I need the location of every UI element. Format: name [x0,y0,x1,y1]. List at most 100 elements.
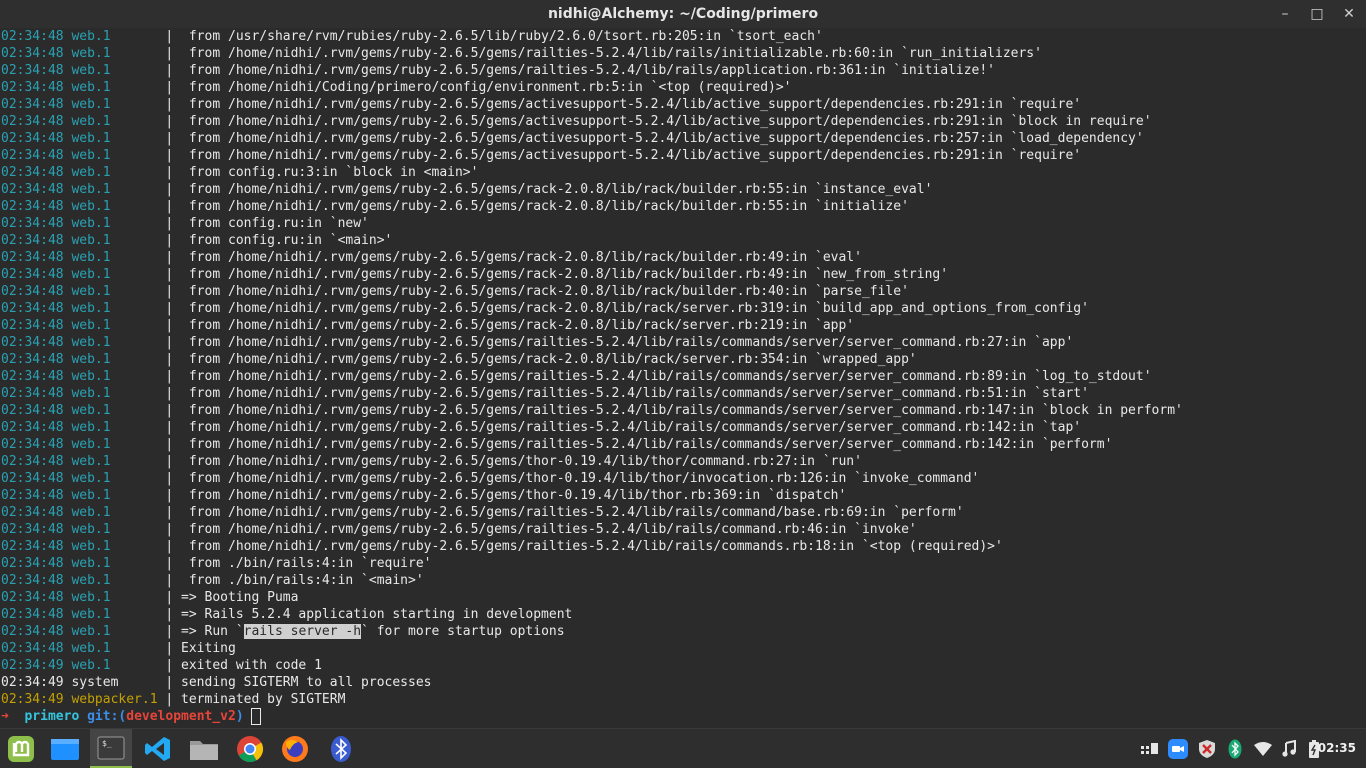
prompt-directory: primero [24,709,80,724]
log-message: from /usr/share/rvm/rubies/ruby-2.6.5/li… [188,29,823,44]
terminal-line: 02:34:48 web.1 | from /home/nidhi/.rvm/g… [0,368,1366,385]
terminal-line: 02:34:48 web.1 | from /home/nidhi/.rvm/g… [0,385,1366,402]
log-source: 02:34:49 web.1 [1,658,111,673]
log-source: 02:34:48 web.1 [1,488,111,503]
log-message: from /home/nidhi/.rvm/gems/ruby-2.6.5/ge… [188,488,847,503]
log-separator: | [110,267,189,282]
chrome-taskbar-button[interactable] [229,729,271,768]
log-message: from config.ru:3:in `block in <main>' [188,165,479,180]
network-tray[interactable] [1252,729,1274,768]
log-source: 02:34:48 web.1 [1,114,111,129]
log-separator: | [110,386,189,401]
log-separator: | [110,505,189,520]
terminal-output[interactable]: 02:34:48 web.1 | from /usr/share/rvm/rub… [0,28,1366,728]
clock[interactable]: 02:35 [1318,729,1356,768]
log-separator: | [110,318,189,333]
close-button[interactable]: ✕ [1342,6,1356,22]
log-message: from config.ru:in `<main>' [188,233,393,248]
terminal-line: 02:34:48 web.1 | from ./bin/rails:4:in `… [0,555,1366,572]
log-message: exited with code 1 [181,658,322,673]
terminal-line: 02:34:48 web.1 | from config.ru:in `<mai… [0,232,1366,249]
maximize-button[interactable]: □ [1310,6,1324,22]
log-source: 02:34:48 web.1 [1,471,111,486]
wifi-icon [1254,741,1272,756]
log-message: from /home/nidhi/.rvm/gems/ruby-2.6.5/ge… [188,97,1082,112]
shield-tray[interactable] [1196,729,1218,768]
log-message: from /home/nidhi/.rvm/gems/ruby-2.6.5/ge… [188,403,1183,418]
sound-tray[interactable] [1278,729,1300,768]
terminal-line: 02:34:48 web.1 | from /home/nidhi/.rvm/g… [0,130,1366,147]
log-source: 02:34:48 web.1 [1,352,111,367]
files-taskbar-button[interactable] [183,729,225,768]
log-message: from /home/nidhi/.rvm/gems/ruby-2.6.5/ge… [188,420,1082,435]
log-separator: | [110,233,189,248]
mint-logo-icon [8,735,34,762]
log-message: => Booting Puma [181,590,299,605]
terminal-line: 02:34:48 web.1 | from /home/nidhi/.rvm/g… [0,538,1366,555]
log-separator: | [110,522,189,537]
workspace-tray[interactable] [1139,729,1161,768]
log-separator: | [110,403,189,418]
zoom-tray[interactable] [1167,729,1189,768]
shell-prompt[interactable]: ➜ primero git:(development_v2) [0,708,1366,725]
log-source: 02:34:48 web.1 [1,284,111,299]
prompt-spacer [79,709,87,724]
mint-menu-button[interactable] [0,729,42,768]
log-source: 02:34:48 web.1 [1,556,111,571]
terminal-line: 02:34:48 web.1 | from /home/nidhi/Coding… [0,79,1366,96]
firefox-taskbar-button[interactable] [274,729,316,768]
log-separator: | [110,284,189,299]
log-source: 02:34:48 web.1 [1,318,111,333]
log-source: 02:34:48 web.1 [1,505,111,520]
log-message: from config.ru:in `new' [188,216,369,231]
terminal-line: 02:34:48 web.1 | from /home/nidhi/.rvm/g… [0,453,1366,470]
vscode-icon [145,736,170,761]
log-separator: | [110,624,182,639]
vscode-taskbar-button[interactable] [137,729,179,768]
log-message: from /home/nidhi/.rvm/gems/ruby-2.6.5/ge… [188,250,862,265]
log-source: 02:34:48 web.1 [1,199,111,214]
bluetooth-taskbar-button[interactable] [320,729,362,768]
terminal-icon: $_ [97,736,125,759]
prompt-spacer [244,709,252,724]
log-message: from /home/nidhi/.rvm/gems/ruby-2.6.5/ge… [188,335,1074,350]
shield-icon [1199,739,1215,758]
terminal-line: 02:34:48 web.1 | from ./bin/rails:4:in `… [0,572,1366,589]
log-separator: | [110,199,189,214]
log-source: 02:34:48 web.1 [1,607,111,622]
log-source: 02:34:48 web.1 [1,63,111,78]
log-separator: | [110,590,182,605]
prompt-git-label: git:( [87,709,127,724]
terminal-line: 02:34:49 system | sending SIGTERM to all… [0,674,1366,691]
log-message: from /home/nidhi/.rvm/gems/ruby-2.6.5/ge… [188,148,1082,163]
minimize-button[interactable]: – [1278,6,1292,22]
text-cursor[interactable] [251,708,262,725]
log-source: 02:34:48 web.1 [1,522,111,537]
log-message: terminated by SIGTERM [181,692,346,707]
terminal-line: 02:34:48 web.1 | from /home/nidhi/.rvm/g… [0,436,1366,453]
log-separator: | [110,182,189,197]
terminal-line: 02:34:48 web.1 | from /home/nidhi/.rvm/g… [0,487,1366,504]
folder-icon [190,740,218,760]
terminal-line: 02:34:48 web.1 | from /home/nidhi/.rvm/g… [0,402,1366,419]
log-separator: | [110,420,189,435]
window-controls: – □ ✕ [1278,0,1356,28]
terminal-line: 02:34:48 web.1 | from /home/nidhi/.rvm/g… [0,419,1366,436]
log-source: 02:34:48 web.1 [1,335,111,350]
zoom-icon [1168,738,1188,759]
desktop-icon [51,738,79,760]
log-source: 02:34:48 web.1 [1,454,111,469]
log-message: from ./bin/rails:4:in `require' [188,556,432,571]
log-message: => Run ` [181,624,244,639]
bluetooth-tray[interactable] [1224,729,1246,768]
log-message: => Rails 5.2.4 application starting in d… [181,607,573,622]
terminal-line: 02:34:48 web.1 | from /home/nidhi/.rvm/g… [0,334,1366,351]
show-desktop-button[interactable] [44,729,86,768]
log-message: from ./bin/rails:4:in `<main>' [188,573,424,588]
log-separator: | [110,301,189,316]
log-source: 02:34:48 web.1 [1,46,111,61]
log-message: from /home/nidhi/.rvm/gems/ruby-2.6.5/ge… [188,63,996,78]
log-separator: | [110,114,189,129]
log-source: 02:34:48 web.1 [1,80,111,95]
terminal-taskbar-button[interactable]: $_ [90,729,132,768]
